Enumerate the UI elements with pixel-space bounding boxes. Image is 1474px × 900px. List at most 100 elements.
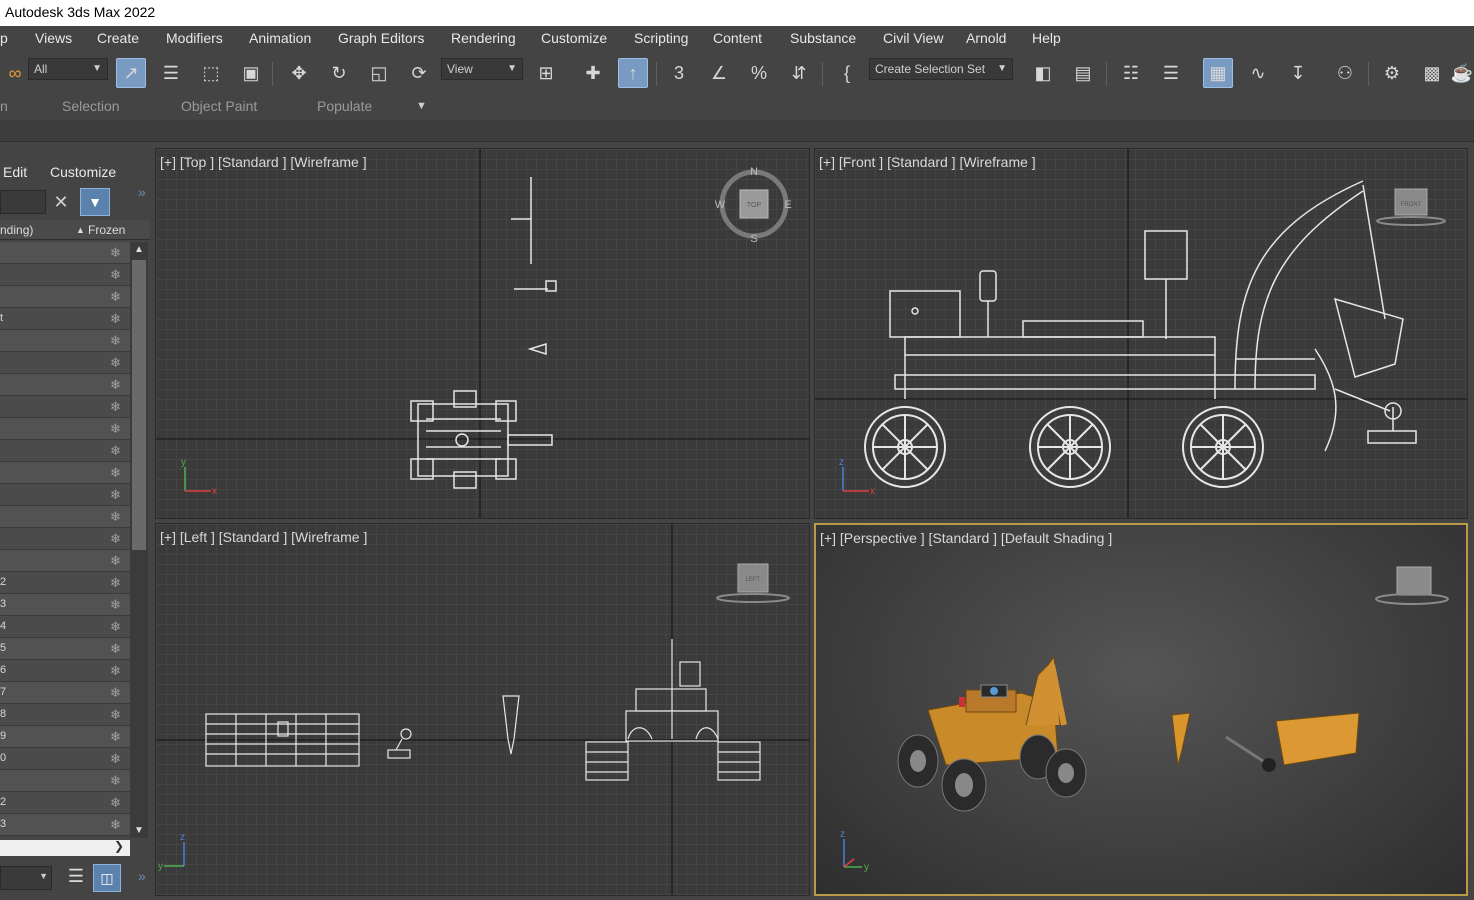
- table-row[interactable]: ❄: [0, 506, 130, 528]
- chevron-up-icon[interactable]: ▲: [134, 244, 144, 255]
- align-icon[interactable]: ▤: [1068, 58, 1098, 88]
- table-row[interactable]: ❄: [0, 286, 130, 308]
- freeze-icon[interactable]: ❄: [110, 729, 121, 745]
- filter-icon[interactable]: ▼: [80, 188, 110, 216]
- table-row[interactable]: ❄: [0, 352, 130, 374]
- table-row[interactable]: 3 ❄: [0, 594, 130, 616]
- table-row[interactable]: 0 ❄: [0, 748, 130, 770]
- table-row[interactable]: ❄: [0, 462, 130, 484]
- toggle-ribbon-icon[interactable]: ▦: [1203, 58, 1233, 88]
- menu-scripting[interactable]: Scripting: [634, 30, 688, 46]
- table-row[interactable]: ❄: [0, 440, 130, 462]
- table-row[interactable]: ❄: [0, 550, 130, 572]
- freeze-icon[interactable]: ❄: [110, 377, 121, 393]
- explorer-menu-customize[interactable]: Customize: [50, 164, 116, 180]
- table-row[interactable]: 8 ❄: [0, 704, 130, 726]
- table-row[interactable]: ❄: [0, 374, 130, 396]
- freeze-icon[interactable]: ❄: [110, 553, 121, 569]
- viewport-left[interactable]: LEFT z y [+] [Left ] [Standard ] [Wirefr…: [155, 523, 810, 896]
- menu-create[interactable]: Create: [97, 30, 139, 46]
- freeze-icon[interactable]: ❄: [110, 751, 121, 767]
- menu-views[interactable]: Views: [35, 30, 72, 46]
- freeze-icon[interactable]: ❄: [110, 355, 121, 371]
- curve-editor-icon[interactable]: ∿: [1243, 58, 1273, 88]
- menu-customize[interactable]: Customize: [541, 30, 607, 46]
- table-row[interactable]: ❄: [0, 418, 130, 440]
- double-chevron-icon[interactable]: »: [138, 868, 146, 884]
- table-row[interactable]: 4 ❄: [0, 616, 130, 638]
- freeze-icon[interactable]: ❄: [110, 509, 121, 525]
- table-row[interactable]: 3 ❄: [0, 814, 130, 836]
- freeze-icon[interactable]: ❄: [110, 795, 121, 811]
- freeze-icon[interactable]: ❄: [110, 399, 121, 415]
- viewport-label-left[interactable]: [+] [Left ] [Standard ] [Wireframe ]: [160, 529, 367, 545]
- freeze-icon[interactable]: ❄: [110, 685, 121, 701]
- rectangular-region-icon[interactable]: ⬚: [196, 58, 226, 88]
- explorer-menu-edit[interactable]: Edit: [3, 164, 27, 180]
- ribbon-tab-populate[interactable]: Populate: [317, 98, 372, 114]
- place-icon[interactable]: ⟳: [404, 58, 434, 88]
- layers-icon[interactable]: ☰: [64, 866, 88, 892]
- freeze-icon[interactable]: ❄: [110, 619, 121, 635]
- select-manipulate-icon[interactable]: ✚: [578, 58, 608, 88]
- freeze-icon[interactable]: ❄: [110, 443, 121, 459]
- table-row[interactable]: ❄: [0, 330, 130, 352]
- toggle-layer-explorer-icon[interactable]: ☰: [1156, 58, 1186, 88]
- table-row[interactable]: ❄: [0, 528, 130, 550]
- viewport-label-top[interactable]: [+] [Top ] [Standard ] [Wireframe ]: [160, 154, 367, 170]
- freeze-icon[interactable]: ❄: [110, 597, 121, 613]
- menu-content[interactable]: Content: [713, 30, 762, 46]
- freeze-icon[interactable]: ❄: [110, 421, 121, 437]
- keyboard-shortcut-override-icon[interactable]: ↑: [618, 58, 648, 88]
- menu-modifiers[interactable]: Modifiers: [166, 30, 223, 46]
- freeze-icon[interactable]: ❄: [110, 575, 121, 591]
- freeze-icon[interactable]: ❄: [110, 465, 121, 481]
- viewcube-face[interactable]: FRONT: [1401, 202, 1422, 208]
- viewport-front[interactable]: FRONT z x [+] [Front ] [Standard ] [Wire…: [814, 148, 1468, 519]
- pivot-center-icon[interactable]: ⊞: [531, 58, 561, 88]
- spinner-snap-icon[interactable]: ⇵: [784, 58, 814, 88]
- table-row[interactable]: ❄: [0, 264, 130, 286]
- menu-animation[interactable]: Animation: [249, 30, 311, 46]
- table-row[interactable]: 2 ❄: [0, 792, 130, 814]
- hierarchy-icon[interactable]: ◫: [93, 864, 121, 892]
- link-icon[interactable]: ∞: [0, 58, 30, 88]
- ribbon-tab[interactable]: n: [0, 98, 8, 114]
- window-crossing-icon[interactable]: ▣: [236, 58, 266, 88]
- viewport-label-perspective[interactable]: [+] [Perspective ] [Standard ] [Default …: [820, 530, 1112, 546]
- menu-substance[interactable]: Substance: [790, 30, 856, 46]
- explorer-name-dropdown[interactable]: ▼: [0, 866, 52, 890]
- freeze-icon[interactable]: ❄: [110, 311, 121, 327]
- snaps-toggle-icon[interactable]: 3: [664, 58, 694, 88]
- ribbon-tab-object-paint[interactable]: Object Paint: [181, 98, 257, 114]
- freeze-icon[interactable]: ❄: [110, 531, 121, 547]
- move-icon[interactable]: ✥: [284, 58, 314, 88]
- freeze-icon[interactable]: ❄: [110, 817, 121, 833]
- rendered-frame-window-icon[interactable]: ▩: [1417, 58, 1447, 88]
- freeze-icon[interactable]: ❄: [110, 245, 121, 261]
- explorer-search-input[interactable]: [0, 190, 46, 214]
- angle-snap-icon[interactable]: ∠: [704, 58, 734, 88]
- scrollbar-thumb[interactable]: [132, 260, 146, 550]
- menu-arnold[interactable]: Arnold: [966, 30, 1006, 46]
- viewcube-face[interactable]: LEFT: [746, 577, 761, 583]
- chevron-down-icon[interactable]: ▼: [134, 825, 144, 836]
- table-row[interactable]: 7 ❄: [0, 682, 130, 704]
- freeze-icon[interactable]: ❄: [110, 641, 121, 657]
- table-row[interactable]: ❄: [0, 242, 130, 264]
- toggle-scene-explorer-icon[interactable]: ☷: [1116, 58, 1146, 88]
- percent-snap-icon[interactable]: %: [744, 58, 774, 88]
- table-row[interactable]: ❄: [0, 484, 130, 506]
- table-row[interactable]: t ❄: [0, 308, 130, 330]
- render-production-icon[interactable]: ☕: [1450, 58, 1474, 88]
- table-row[interactable]: ❄: [0, 770, 130, 792]
- viewport-perspective[interactable]: z y [+] [Perspective ] [Standard ] [Defa…: [814, 523, 1468, 896]
- menu-graph-editors[interactable]: Graph Editors: [338, 30, 424, 46]
- freeze-icon[interactable]: ❄: [110, 487, 121, 503]
- table-row[interactable]: ❄: [0, 396, 130, 418]
- edit-named-selection-icon[interactable]: {: [832, 58, 862, 88]
- freeze-icon[interactable]: ❄: [110, 707, 121, 723]
- column-name[interactable]: nding): [0, 223, 33, 237]
- ribbon-tab-selection[interactable]: Selection: [62, 98, 120, 114]
- chevron-right-icon[interactable]: ❯: [114, 839, 124, 853]
